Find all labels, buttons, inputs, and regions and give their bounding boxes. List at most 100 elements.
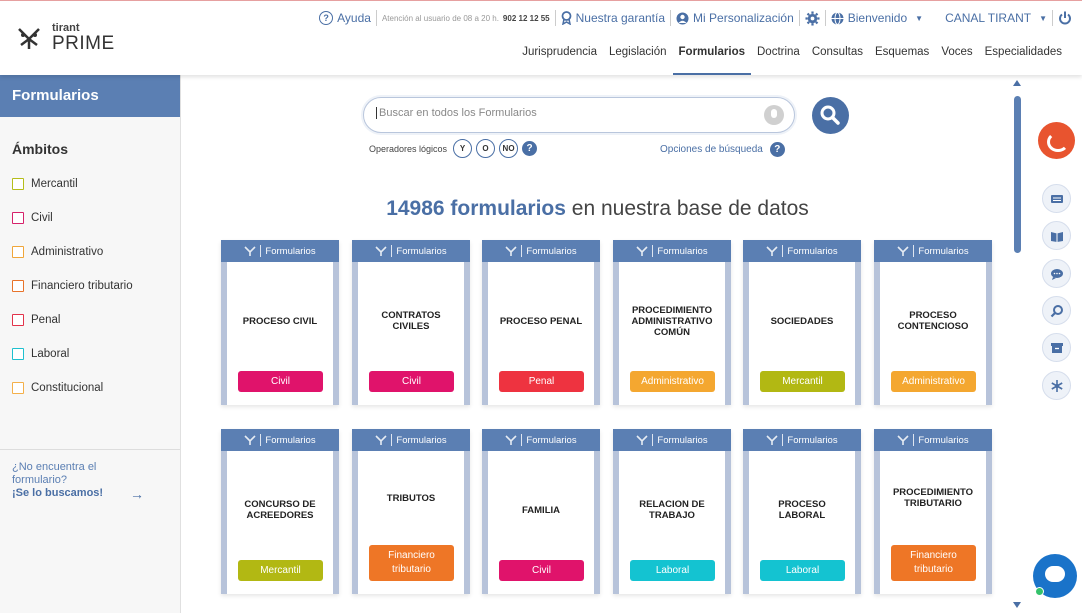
nav-tab-jurisprudencia[interactable]: Jurisprudencia (516, 45, 603, 75)
archive-icon[interactable] (1042, 333, 1071, 362)
checkbox[interactable] (12, 178, 24, 190)
ambito-filter-item[interactable]: Financiero tributario (0, 269, 180, 303)
checkbox[interactable] (12, 280, 24, 292)
form-category-card[interactable]: Formularios FAMILIA Civil (482, 429, 600, 594)
ambito-filter-item[interactable]: Civil (0, 201, 180, 235)
card-header-label: Formularios (657, 434, 708, 446)
category-badge[interactable]: Civil (499, 560, 584, 581)
form-category-card[interactable]: Formularios PROCESO CIVIL Civil (221, 240, 339, 405)
nav-tab-formularios[interactable]: Formularios (672, 45, 751, 75)
nav-tab-doctrina[interactable]: Doctrina (751, 45, 806, 75)
nav-tab-especialidades[interactable]: Especialidades (979, 45, 1068, 75)
category-badge[interactable]: Civil (238, 371, 323, 392)
operator-not-button[interactable]: NO (499, 139, 519, 158)
ambito-filter-item[interactable]: Laboral (0, 337, 180, 371)
nav-tab-consultas[interactable]: Consultas (806, 45, 869, 75)
language-welcome-dropdown[interactable]: Bienvenido ▼ (831, 11, 923, 25)
arrow-right-icon[interactable]: → (130, 486, 144, 502)
card-header-label: Formularios (265, 434, 316, 446)
ambito-filter-label: Financiero tributario (31, 280, 133, 292)
operator-or-button[interactable]: O (476, 139, 496, 158)
ambito-filter-item[interactable]: Mercantil (0, 167, 180, 201)
form-category-card[interactable]: Formularios CONCURSO DE ACREEDORES Mercant… (221, 429, 339, 594)
card-header-label: Formularios (526, 245, 577, 257)
personalization-link[interactable]: Mi Personalización (676, 11, 794, 25)
news-icon-glyph (1050, 194, 1063, 203)
checkbox[interactable] (12, 314, 24, 326)
form-category-card[interactable]: Formularios PROCEDIMIENTO ADMINISTRATIVO … (613, 240, 731, 405)
tirant-mini-logo-icon (766, 246, 778, 256)
power-logout-icon[interactable] (1058, 11, 1072, 25)
category-badge[interactable]: Financiero tributario (369, 545, 454, 581)
book-icon[interactable] (1042, 221, 1071, 250)
category-badge[interactable]: Laboral (760, 560, 845, 581)
guarantee-label: Nuestra garantía (575, 11, 666, 25)
tirant-prime-logo[interactable]: tirant PRIME (16, 23, 115, 53)
form-category-card[interactable]: Formularios TRIBUTOS Financiero tributario (352, 429, 470, 594)
category-badge[interactable]: Civil (369, 371, 454, 392)
card-title: PROCESO PENAL (499, 315, 583, 327)
scroll-up-arrow-icon[interactable] (1013, 80, 1021, 86)
card-header: Formularios (221, 240, 339, 262)
request-form-prompt[interactable]: ¿No encuentra el formulario? ¡Se lo busc… (12, 461, 122, 500)
channel-dropdown[interactable]: CANAL TIRANT ▼ (945, 11, 1047, 25)
form-category-card[interactable]: Formularios SOCIEDADES Mercantil (743, 240, 861, 405)
card-title: SOCIEDADES (770, 315, 834, 327)
guarantee-link[interactable]: Nuestra garantía (561, 11, 665, 25)
search-icon[interactable] (1042, 296, 1071, 325)
top-header: tirant PRIME ? Ayuda Atención al usuario… (0, 0, 1082, 75)
form-count: 14986 formularios (386, 197, 566, 220)
ambito-filter-item[interactable]: Penal (0, 303, 180, 337)
nav-tab-legislación[interactable]: Legislación (603, 45, 673, 75)
form-category-card[interactable]: Formularios PROCEDIMIENTO TRIBUTARIO Finan… (874, 429, 992, 594)
search-options-link[interactable]: Opciones de búsqueda ? (660, 142, 785, 157)
tirant-assistant-button[interactable] (1038, 122, 1075, 159)
chat-bubble-icon[interactable] (1042, 259, 1071, 288)
news-icon[interactable] (1042, 184, 1071, 213)
checkbox[interactable] (12, 246, 24, 258)
divider (652, 434, 654, 446)
divider (824, 10, 826, 26)
category-badge[interactable]: Administrativo (891, 371, 976, 392)
ambito-filter-item[interactable]: Constitucional (0, 371, 180, 405)
main-navigation: Jurisprudencia Legislación Formularios Doct… (516, 45, 1068, 75)
checkbox[interactable] (12, 382, 24, 394)
form-category-card[interactable]: Formularios CONTRATOS CIVILES Civil (352, 240, 470, 405)
form-category-card[interactable]: Formularios PROCESO LABORAL Laboral (743, 429, 861, 594)
nav-tab-voces[interactable]: Voces (935, 45, 978, 75)
form-category-card[interactable]: Formularios PROCESO CONTENCIOSO Administra… (874, 240, 992, 405)
card-title: PROCESO CONTENCIOSO (897, 310, 969, 332)
category-badge[interactable]: Mercantil (238, 560, 323, 581)
search-input[interactable] (376, 107, 746, 119)
operator-and-button[interactable]: Y (453, 139, 473, 158)
ambito-filter-item[interactable]: Administrativo (0, 235, 180, 269)
checkbox[interactable] (12, 212, 24, 224)
request-search-link[interactable]: ¡Se lo buscamos! (12, 487, 103, 499)
checkbox[interactable] (12, 348, 24, 360)
top-utility-bar: ? Ayuda Atención al usuario de 08 a 20 h… (319, 10, 1072, 26)
attention-hours: Atención al usuario de 08 a 20 h. (381, 13, 499, 23)
scrollbar-thumb[interactable] (1014, 96, 1021, 253)
tirant-mini-logo-icon (897, 246, 909, 256)
sidebar-divider (0, 449, 180, 450)
category-badge[interactable]: Laboral (630, 560, 715, 581)
network-icon[interactable] (1042, 371, 1071, 400)
scroll-down-arrow-icon[interactable] (1013, 602, 1021, 608)
network-icon-glyph (1050, 379, 1063, 392)
nav-tab-esquemas[interactable]: Esquemas (869, 45, 935, 75)
sidebar-title: Formularios (0, 75, 180, 117)
ambito-filter-label: Laboral (31, 348, 70, 360)
category-badge[interactable]: Mercantil (760, 371, 845, 392)
help-question-icon[interactable]: ? (769, 142, 785, 157)
search-button[interactable] (812, 97, 849, 134)
settings-gear-icon[interactable] (805, 10, 820, 26)
form-category-card[interactable]: Formularios PROCESO PENAL Penal (482, 240, 600, 405)
category-badge[interactable]: Penal (499, 371, 584, 392)
category-badge[interactable]: Administrativo (630, 371, 715, 392)
card-header-label: Formularios (787, 434, 838, 446)
help-question-icon[interactable]: ? (522, 141, 538, 156)
microphone-icon[interactable] (764, 105, 784, 125)
category-badge[interactable]: Financiero tributario (891, 545, 976, 581)
help-link[interactable]: ? Ayuda (319, 11, 371, 25)
form-category-card[interactable]: Formularios RELACION DE TRABAJO Laboral (613, 429, 731, 594)
